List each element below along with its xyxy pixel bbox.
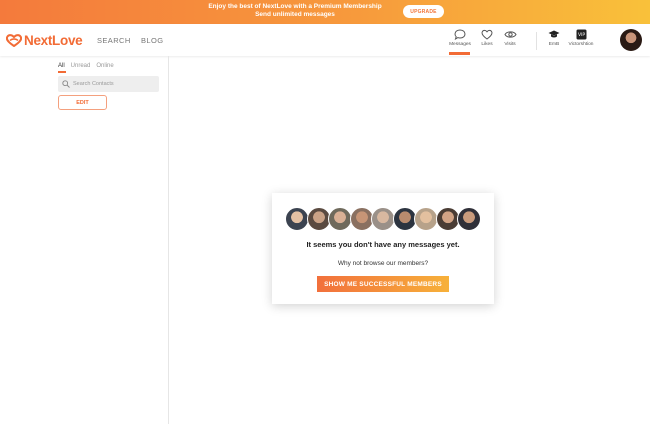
top-header: NextLove SEARCH BLOG Messages Likes Visi… xyxy=(0,24,650,56)
logo-text: NextLove xyxy=(24,33,83,48)
header-divider xyxy=(536,32,537,50)
filter-active-underline xyxy=(58,71,66,73)
nav-blog[interactable]: BLOG xyxy=(141,36,163,45)
member-avatar xyxy=(306,207,331,231)
show-members-button[interactable]: SHOW ME SUCCESSFUL MEMBERS xyxy=(317,276,449,292)
upgrade-button[interactable]: UPGRADE xyxy=(403,5,444,18)
nextlove-logo[interactable]: NextLove xyxy=(6,33,83,48)
eye-icon xyxy=(503,31,517,38)
svg-text:VIP: VIP xyxy=(577,32,584,38)
empty-messages-card: It seems you don't have any messages yet… xyxy=(272,193,494,304)
member-avatar xyxy=(457,207,481,231)
promo-line-2: Send unlimited messages xyxy=(255,11,335,18)
logo-heart-icon xyxy=(6,34,22,47)
promo-text: Enjoy the best of NextLove with a Premiu… xyxy=(195,3,395,19)
header-emb[interactable]: EmB xyxy=(542,29,566,47)
member-avatar xyxy=(328,207,352,231)
nav-search[interactable]: SEARCH xyxy=(97,36,131,45)
chat-bubble-icon xyxy=(454,29,466,40)
avatar[interactable] xyxy=(620,29,642,51)
likes-label: Likes xyxy=(481,42,493,47)
member-avatar xyxy=(349,207,374,231)
filter-online[interactable]: Online xyxy=(96,63,113,69)
victorshtion-label: Victorshtion xyxy=(568,42,594,47)
member-avatar xyxy=(371,207,395,231)
header-tab-messages[interactable]: Messages xyxy=(448,29,472,47)
contacts-sidebar: All Unread Online Search Contacts EDIT xyxy=(0,56,169,424)
header-tab-likes[interactable]: Likes xyxy=(475,29,499,47)
visits-label: Visits xyxy=(504,42,516,47)
member-avatars xyxy=(285,207,481,231)
promo-banner: Enjoy the best of NextLove with a Premiu… xyxy=(0,0,650,24)
header-victorshtion[interactable]: VIP Victorshtion xyxy=(566,29,596,47)
member-avatar xyxy=(414,207,438,231)
edit-button[interactable]: EDIT xyxy=(58,95,107,110)
empty-state-subtitle: Why not browse our members? xyxy=(337,260,429,267)
member-avatar xyxy=(392,207,417,231)
graduation-cap-icon xyxy=(548,30,560,38)
filter-unread[interactable]: Unread xyxy=(71,63,91,69)
contact-filters: All Unread Online xyxy=(58,63,114,69)
header-tab-visits[interactable]: Visits xyxy=(498,29,522,47)
search-icon xyxy=(62,80,70,88)
member-avatar xyxy=(285,207,309,231)
emb-label: EmB xyxy=(548,42,560,47)
promo-line-1: Enjoy the best of NextLove with a Premiu… xyxy=(208,3,382,10)
search-placeholder: Search Contacts xyxy=(73,81,114,87)
member-avatar xyxy=(435,207,460,231)
empty-state-title: It seems you don't have any messages yet… xyxy=(306,240,460,249)
search-input[interactable]: Search Contacts xyxy=(58,76,159,92)
heart-icon xyxy=(481,29,493,40)
messages-label: Messages xyxy=(449,42,471,47)
active-tab-indicator xyxy=(449,52,470,55)
filter-all[interactable]: All xyxy=(58,63,65,69)
vip-badge-icon: VIP xyxy=(576,29,586,40)
